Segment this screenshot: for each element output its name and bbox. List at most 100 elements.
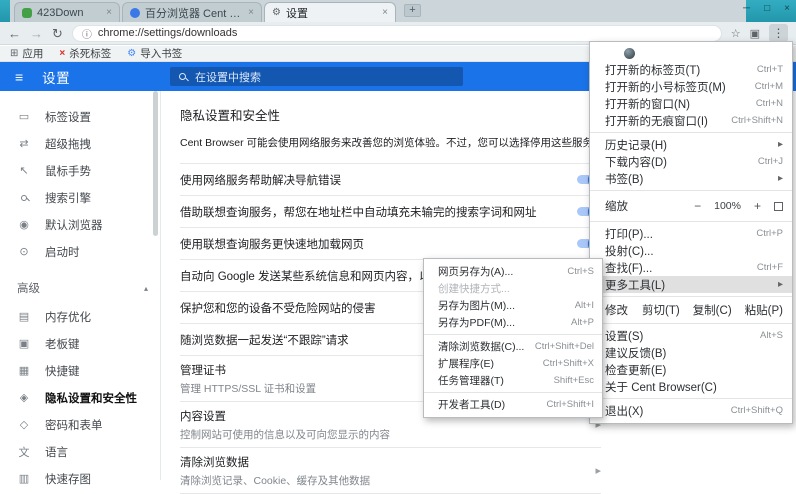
- menu-item-new-incognito-window[interactable]: 打开新的无痕窗口(I) Ctrl+Shift+N: [590, 112, 792, 129]
- info-icon[interactable]: ⓘ: [82, 26, 92, 41]
- zoom-in-button[interactable]: +: [754, 199, 761, 213]
- menu-item-history[interactable]: 历史记录(H) ▸: [590, 136, 792, 153]
- key-icon: ◇: [19, 419, 29, 431]
- bookmark-import[interactable]: ⚙ 导入书签: [127, 46, 182, 61]
- hamburger-icon[interactable]: ≡: [15, 70, 23, 84]
- window-controls: ─ □ ×: [743, 2, 790, 16]
- sidebar-item-label: 密码和表单: [45, 419, 103, 432]
- sidebar-item-memory[interactable]: ▤ 内存优化: [0, 303, 160, 330]
- menu-item-bookmarks[interactable]: 书签(B) ▸: [590, 170, 792, 187]
- tab-close-icon[interactable]: ×: [106, 7, 112, 18]
- tab-423down[interactable]: 423Down ×: [14, 2, 120, 22]
- cut-button[interactable]: 剪切(T): [642, 302, 680, 318]
- shortcut-label: Alt+I: [574, 300, 594, 311]
- tab-close-icon[interactable]: ×: [248, 7, 254, 18]
- menu-button[interactable]: ⋮: [769, 24, 788, 42]
- tab-settings[interactable]: ⚙ 设置 ×: [264, 2, 396, 22]
- sidebar-item-privacy[interactable]: ◈ 隐私设置和安全性: [0, 384, 160, 411]
- bookmark-label: 导入书签: [140, 48, 183, 60]
- fullscreen-icon[interactable]: [774, 201, 783, 211]
- back-button[interactable]: ←: [8, 27, 21, 40]
- sidebar-item-passwords[interactable]: ◇ 密码和表单: [0, 411, 160, 438]
- sidebar-item-label: 鼠标手势: [45, 165, 91, 178]
- copy-button[interactable]: 复制(C): [693, 302, 732, 318]
- menu-item-find[interactable]: 查找(F)... Ctrl+F: [590, 259, 792, 276]
- cursor-icon: ↖: [19, 165, 29, 177]
- power-icon: ⊙: [19, 246, 29, 258]
- sidebar-scrollbar-thumb[interactable]: [153, 91, 158, 236]
- menu-item-new-small-tab[interactable]: 打开新的小号标签页(M) Ctrl+M: [590, 78, 792, 95]
- zoom-out-button[interactable]: −: [694, 199, 701, 213]
- menu-item-label: 检查更新(E): [605, 364, 667, 377]
- menu-item-new-tab[interactable]: 打开新的标签页(T) Ctrl+T: [590, 61, 792, 78]
- menu-item-new-window[interactable]: 打开新的窗口(N) Ctrl+N: [590, 95, 792, 112]
- minimize-button[interactable]: ─: [743, 4, 750, 14]
- address-bar[interactable]: ⓘ chrome://settings/downloads: [71, 24, 722, 42]
- submenu-item-save-as-pdf[interactable]: 另存为PDF(M)... Alt+P: [424, 314, 602, 331]
- maximize-button[interactable]: □: [764, 4, 770, 14]
- menu-item-print[interactable]: 打印(P)... Ctrl+P: [590, 225, 792, 242]
- settings-search-input[interactable]: 在设置中搜索: [170, 67, 463, 86]
- close-window-button[interactable]: ×: [784, 4, 790, 14]
- menu-item-label: 开发者工具(D): [438, 399, 506, 411]
- sidebar-advanced-toggle[interactable]: 高级 ▴: [0, 273, 160, 303]
- sidebar-item-label: 启动时: [45, 246, 80, 259]
- overflow-icon: ⋮: [772, 26, 785, 40]
- bookmark-star-icon[interactable]: ☆: [731, 27, 741, 40]
- globe-icon: [624, 47, 635, 59]
- submenu-item-developer-tools[interactable]: 开发者工具(D) Ctrl+Shift+I: [424, 396, 602, 413]
- favicon-cent: [130, 7, 140, 18]
- sidebar-item-quick-save-image[interactable]: ▥ 快速存图: [0, 465, 160, 492]
- menu-item-check-update[interactable]: 检查更新(E): [590, 361, 792, 378]
- menu-item-cast[interactable]: 投射(C)...: [590, 242, 792, 259]
- setting-row-clear-browsing-data[interactable]: 清除浏览数据 清除浏览记录、Cookie、缓存及其他数据 ▸: [180, 448, 601, 494]
- shortcut-label: Alt+P: [571, 317, 594, 328]
- submenu-item-task-manager[interactable]: 任务管理器(T) Shift+Esc: [424, 372, 602, 389]
- menu-item-feedback[interactable]: 建议反馈(B): [590, 344, 792, 361]
- menu-item-exit[interactable]: 退出(X) Ctrl+Shift+Q: [590, 402, 792, 419]
- menu-item-about[interactable]: 关于 Cent Browser(C): [590, 378, 792, 395]
- reload-button[interactable]: ↻: [52, 27, 63, 40]
- sidebar-item-default-browser[interactable]: ◉ 默认浏览器: [0, 211, 160, 238]
- sidebar-item-language[interactable]: 文 语言: [0, 438, 160, 465]
- submenu-arrow-icon: ▸: [777, 173, 783, 184]
- menu-separator: [590, 296, 792, 297]
- menu-item-label: 打开新的窗口(N): [605, 98, 690, 111]
- tab-title: 百分浏览器 Cent Browse...: [145, 7, 243, 20]
- menu-item-label: 网页另存为(A)...: [438, 266, 514, 278]
- sidebar-item-tab-settings[interactable]: ▭ 标签设置: [0, 103, 160, 130]
- bookmark-apps[interactable]: ⊞ 应用: [10, 46, 43, 61]
- setting-label: 使用网络服务帮助解决导航错误: [180, 174, 341, 187]
- menu-item-more-tools[interactable]: 更多工具(L) ▸: [590, 276, 792, 293]
- tab-title: 423Down: [37, 6, 84, 19]
- submenu-item-save-page-as[interactable]: 网页另存为(A)... Ctrl+S: [424, 263, 602, 280]
- sidebar-item-search-engine[interactable]: 搜索引擎: [0, 184, 160, 211]
- paste-button[interactable]: 粘贴(P): [745, 302, 783, 318]
- sidebar-item-hotkeys[interactable]: ▦ 快捷键: [0, 357, 160, 384]
- tab-close-icon[interactable]: ×: [382, 7, 388, 18]
- sidebar-item-on-startup[interactable]: ⊙ 启动时: [0, 238, 160, 265]
- sidebar-item-boss-key[interactable]: ▣ 老板键: [0, 330, 160, 357]
- setting-label: 使用联想查询服务更快速地加载网页: [180, 238, 364, 251]
- shortcut-label: Ctrl+Shift+N: [731, 115, 783, 126]
- submenu-item-save-as-image[interactable]: 另存为图片(M)... Alt+I: [424, 297, 602, 314]
- intro-text: Cent Browser 可能会使用网络服务来改善您的浏览体验。不过，您可以选择…: [180, 137, 604, 149]
- forward-button[interactable]: →: [30, 27, 43, 40]
- new-tab-button[interactable]: +: [404, 4, 421, 17]
- menu-item-settings[interactable]: 设置(S) Alt+S: [590, 327, 792, 344]
- menu-item-label: 另存为图片(M)...: [438, 300, 515, 312]
- submenu-item-extensions[interactable]: 扩展程序(E) Ctrl+Shift+X: [424, 355, 602, 372]
- extension-icon[interactable]: ▣: [750, 27, 760, 40]
- shortcut-label: Ctrl+S: [567, 266, 594, 277]
- shortcut-label: Shift+Esc: [553, 375, 594, 386]
- chevron-right-icon: ▸: [595, 465, 601, 477]
- menu-item-downloads[interactable]: 下载内容(D) Ctrl+J: [590, 153, 792, 170]
- menu-separator: [590, 190, 792, 191]
- sidebar-item-super-drag[interactable]: ⇄ 超级拖拽: [0, 130, 160, 157]
- sidebar-item-mouse-gesture[interactable]: ↖ 鼠标手势: [0, 157, 160, 184]
- sidebar-item-label: 语言: [45, 446, 68, 459]
- tab-cent-browser[interactable]: 百分浏览器 Cent Browse... ×: [122, 2, 262, 22]
- submenu-item-clear-browsing-data[interactable]: 清除浏览数据(C)... Ctrl+Shift+Del: [424, 338, 602, 355]
- bookmark-kill-tab[interactable]: × 杀死标签: [59, 46, 111, 61]
- shortcut-label: Ctrl+Shift+X: [542, 358, 594, 369]
